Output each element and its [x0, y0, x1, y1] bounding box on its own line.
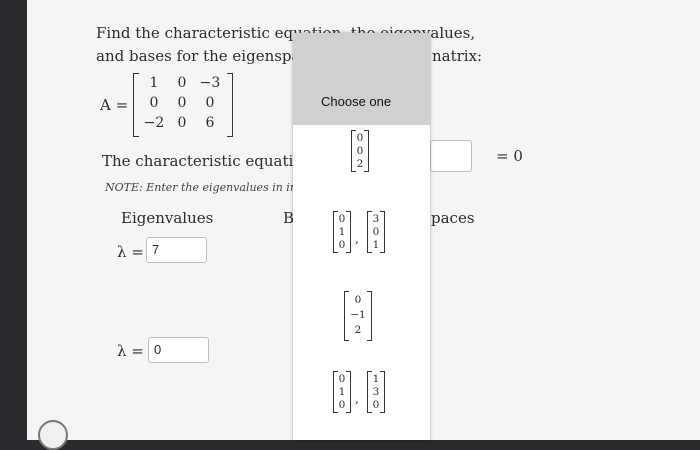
vector-entry: 1: [338, 226, 346, 238]
equals-zero: = 0: [496, 147, 523, 165]
question-line-2-left: and bases for the eigenspac: [96, 47, 309, 65]
matrix-cell: 6: [205, 115, 215, 131]
matrix-cell: 0: [177, 95, 187, 111]
matrix-cell: 0: [149, 95, 159, 111]
lambda-1-label: λ =: [117, 243, 144, 261]
choose-one-popup[interactable]: Choose one 0 0 2 0 1 0 , 3 0 1 0 −1 2 0 …: [293, 33, 430, 440]
vector-entry: 0: [338, 239, 346, 251]
vector-entry: 2: [356, 158, 364, 170]
eigenspaces-header-fragment: paces: [431, 209, 475, 227]
lambda-2-label: λ =: [117, 342, 144, 360]
matrix-label: A =: [100, 96, 129, 114]
vector-entry: 2: [354, 324, 362, 336]
option-2-vector-b[interactable]: 3 0 1: [367, 211, 385, 253]
help-bubble-icon[interactable]: [38, 420, 68, 450]
matrix-cell: 1: [149, 75, 159, 91]
option-3-vector[interactable]: 0 −1 2: [344, 291, 372, 341]
vector-entry: 3: [372, 386, 380, 398]
matrix-cell: 0: [177, 115, 187, 131]
vector-entry: 0: [356, 132, 364, 144]
option-1-vector[interactable]: 0 0 2: [351, 130, 369, 172]
vector-entry: 1: [338, 386, 346, 398]
vector-entry: 1: [372, 239, 380, 251]
vector-entry: 0: [338, 213, 346, 225]
vector-entry: 1: [372, 373, 380, 385]
vector-entry: 0: [372, 226, 380, 238]
eigenvalues-header: Eigenvalues: [121, 209, 214, 227]
option-4-vector-a[interactable]: 0 1 0: [333, 371, 351, 413]
characteristic-input[interactable]: [430, 140, 472, 172]
vector-entry: 3: [372, 213, 380, 225]
vector-entry: 0: [338, 399, 346, 411]
matrix-cell: −3: [199, 75, 221, 91]
vector-entry: −1: [350, 309, 366, 321]
lambda-1-input[interactable]: 7: [146, 237, 207, 263]
question-line-2-right: natrix:: [432, 47, 483, 65]
vector-separator: ,: [355, 392, 359, 406]
vector-separator: ,: [355, 232, 359, 246]
vector-entry: 0: [354, 294, 362, 306]
characteristic-label: The characteristic equation: [102, 152, 312, 170]
popup-title: Choose one: [321, 94, 392, 109]
matrix-cell: −2: [143, 115, 165, 131]
note-text: NOTE: Enter the eigenvalues in in: [105, 181, 297, 194]
vector-entry: 0: [356, 145, 364, 157]
matrix-a: 1 0 −3 0 0 0 −2 0 6: [133, 73, 233, 137]
vector-entry: 0: [338, 373, 346, 385]
lambda-2-input[interactable]: 0: [148, 337, 209, 363]
matrix-cell: 0: [177, 75, 187, 91]
option-4-vector-b[interactable]: 1 3 0: [367, 371, 385, 413]
vector-entry: 0: [372, 399, 380, 411]
popup-header: Choose one: [293, 33, 430, 125]
option-2-vector-a[interactable]: 0 1 0: [333, 211, 351, 253]
matrix-cell: 0: [205, 95, 215, 111]
